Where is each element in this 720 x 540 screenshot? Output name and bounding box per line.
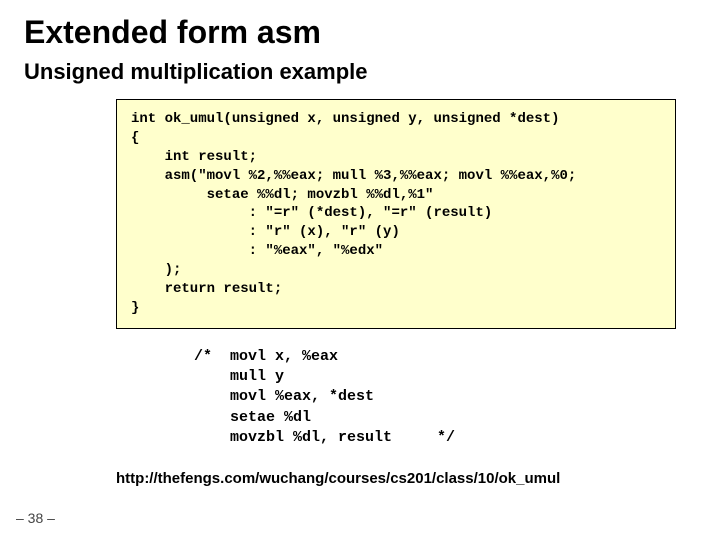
slide-subtitle: Unsigned multiplication example xyxy=(24,59,696,85)
code-block: int ok_umul(unsigned x, unsigned y, unsi… xyxy=(116,99,676,329)
reference-url: http://thefengs.com/wuchang/courses/cs20… xyxy=(116,470,696,487)
slide-title: Extended form asm xyxy=(24,14,696,51)
comment-block: /* movl x, %eax mull y movl %eax, *dest … xyxy=(194,347,696,448)
page-number: – 38 – xyxy=(16,510,55,526)
